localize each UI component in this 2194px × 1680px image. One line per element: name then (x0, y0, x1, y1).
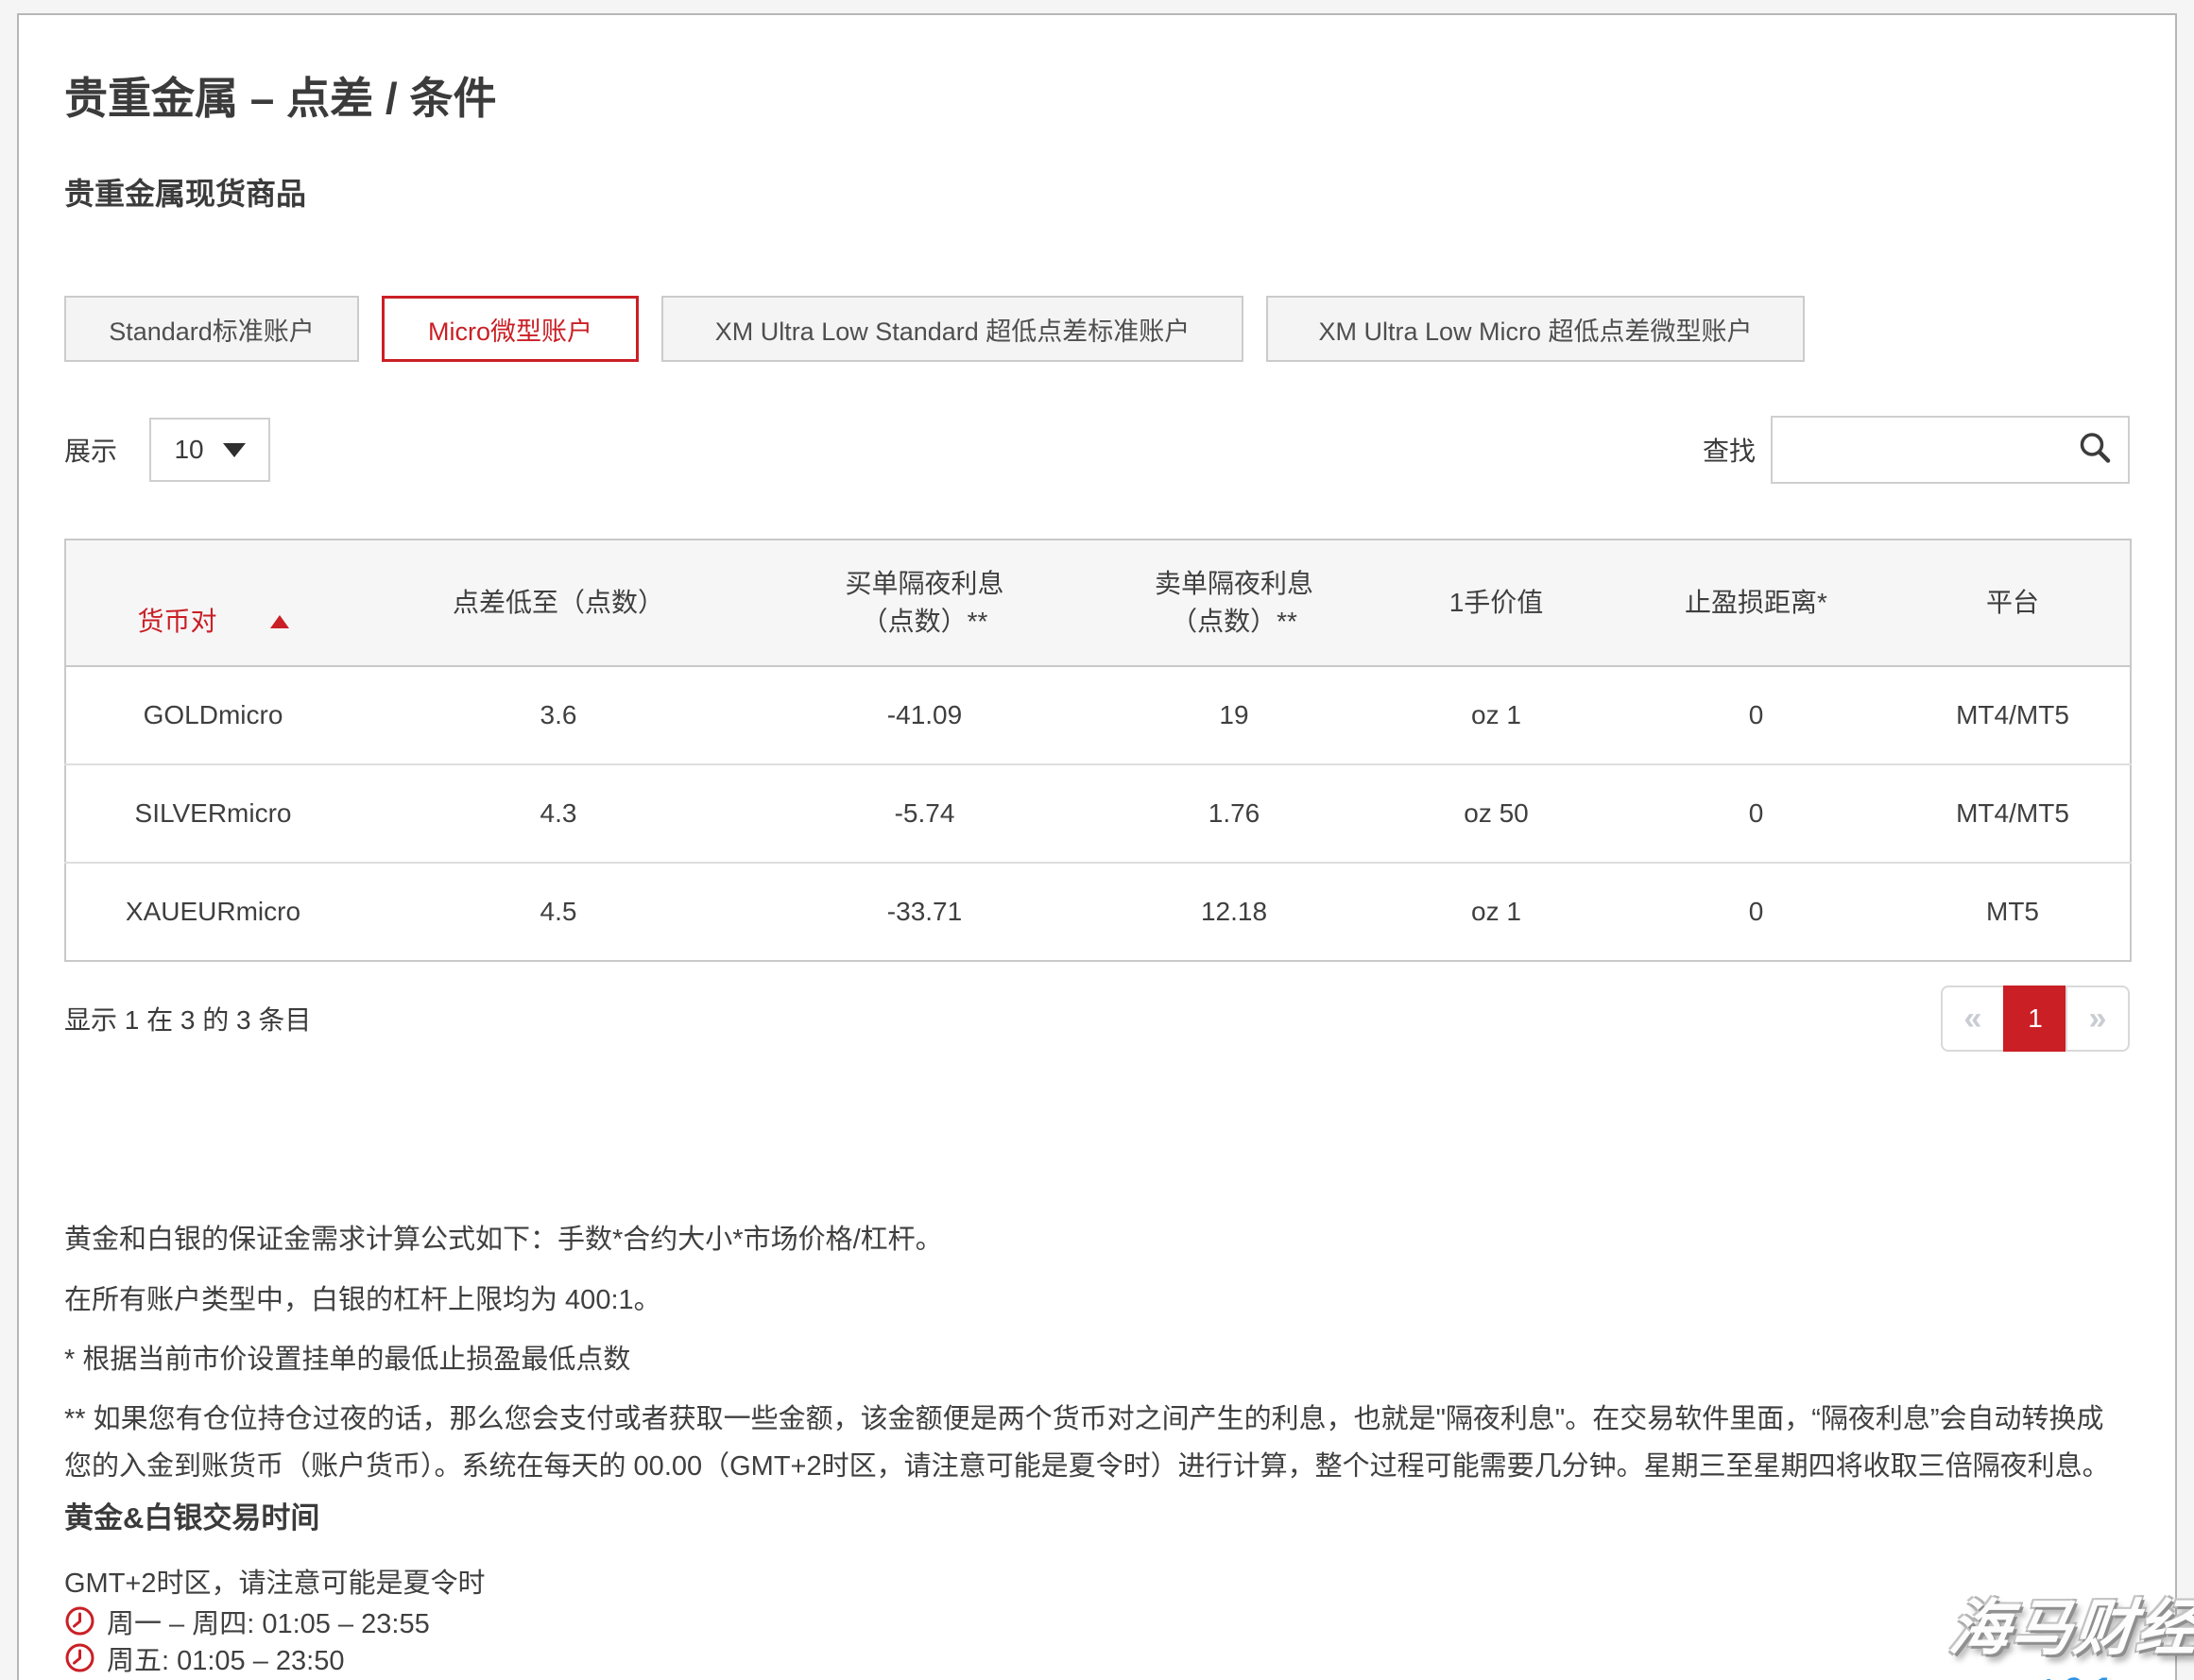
timezone-note: GMT+2时区，请注意可能是夏令时 (64, 1565, 2130, 1603)
clock-icon (64, 1605, 95, 1637)
trading-hours-heading: 黄金&白银交易时间 (64, 1494, 2130, 1536)
table-row: SILVERmicro 4.3 -5.74 1.76 oz 50 0 MT4/M… (65, 764, 2131, 863)
page-size-select[interactable]: 10 (149, 418, 270, 482)
cell-swap-short: 19 (1092, 666, 1376, 764)
tab-ultra-low-standard-account[interactable]: XM Ultra Low Standard 超低点差标准账户 (661, 296, 1243, 362)
cell-lot-value: oz 1 (1376, 666, 1617, 764)
column-header-limit-stop-level[interactable]: 止盈损距离* (1617, 540, 1895, 666)
search-input[interactable] (1773, 418, 2128, 482)
search-group: 查找 (1703, 416, 2130, 484)
column-header-symbol-label: 货币对 (137, 603, 216, 641)
tab-standard-account[interactable]: Standard标准账户 (64, 296, 359, 362)
search-label: 查找 (1703, 431, 1756, 469)
column-header-symbol[interactable]: 货币对 (65, 540, 360, 666)
cell-symbol: SILVERmicro (65, 764, 360, 863)
trading-hours-weekdays-label: 周一 – 周四: 01:05 – 23:55 (107, 1602, 430, 1641)
cell-symbol: GOLDmicro (65, 666, 360, 764)
page: 贵重金属 – 点差 / 条件 贵重金属现货商品 Standard标准账户 Mic… (0, 0, 2194, 1680)
tab-micro-account[interactable]: Micro微型账户 (382, 296, 639, 362)
cell-swap-long: -41.09 (757, 666, 1092, 764)
cell-lot-value: oz 1 (1376, 863, 1617, 961)
tab-ultra-low-micro-account[interactable]: XM Ultra Low Micro 超低点差微型账户 (1266, 296, 1805, 362)
margin-formula-note: 黄金和白银的保证金需求计算公式如下：手数*合约大小*市场价格/杠杆。 (64, 1216, 2130, 1263)
cell-swap-short: 1.76 (1092, 764, 1376, 863)
cell-platform: MT4/MT5 (1895, 764, 2131, 863)
search-box (1771, 416, 2130, 484)
page-size-value: 10 (174, 435, 203, 465)
account-type-tabs: Standard标准账户 Micro微型账户 XM Ultra Low Stan… (64, 296, 2130, 362)
content-panel: 贵重金属 – 点差 / 条件 贵重金属现货商品 Standard标准账户 Mic… (17, 13, 2177, 1680)
cell-symbol: XAUEURmicro (65, 863, 360, 961)
column-header-spread[interactable]: 点差低至（点数） (360, 540, 757, 666)
cell-lot-value: oz 50 (1376, 764, 1617, 863)
page-subtitle: 贵重金属现货商品 (64, 170, 2130, 214)
cell-swap-long: -5.74 (757, 764, 1092, 863)
entries-info: 显示 1 在 3 的 3 条目 (64, 1000, 311, 1037)
trading-hours-friday: 周五: 01:05 – 23:50 (64, 1639, 2130, 1676)
limit-stop-footnote: * 根据当前市价设置挂单的最低止损盈最低点数 (64, 1336, 2130, 1383)
pagination: « 1 » (1941, 986, 2130, 1052)
cell-spread: 4.3 (360, 764, 757, 863)
cell-swap-long: -33.71 (757, 863, 1092, 961)
silver-leverage-note: 在所有账户类型中，白银的杠杆上限均为 400:1。 (64, 1277, 2130, 1324)
clock-icon (64, 1642, 95, 1673)
sort-ascending-icon (270, 615, 289, 628)
chevron-down-icon (223, 443, 246, 457)
cell-limit-stop-level: 0 (1617, 666, 1895, 764)
column-header-swap-short[interactable]: 卖单隔夜利息 （点数）** (1092, 540, 1376, 666)
pagination-next-button[interactable]: » (2065, 986, 2130, 1052)
trading-hours-weekdays: 周一 – 周四: 01:05 – 23:55 (64, 1603, 2130, 1639)
pagination-page-1-button[interactable]: 1 (2003, 986, 2067, 1052)
search-icon (2077, 430, 2113, 471)
double-chevron-right-icon: » (2089, 1001, 2107, 1037)
cell-spread: 4.5 (360, 863, 757, 961)
pagination-prev-button[interactable]: « (1941, 986, 2005, 1052)
double-chevron-left-icon: « (1964, 1001, 1982, 1037)
content-area: 贵重金属 – 点差 / 条件 贵重金属现货商品 Standard标准账户 Mic… (19, 64, 2175, 1676)
table-footer: 显示 1 在 3 的 3 条目 « 1 » (64, 986, 2130, 1052)
cell-limit-stop-level: 0 (1617, 764, 1895, 863)
table-controls: 展示 10 查找 (64, 416, 2130, 484)
cell-swap-short: 12.18 (1092, 863, 1376, 961)
table-header: 货币对 点差低至（点数） 买单隔夜利息 （点数）** 卖单隔夜利息 （点数）**… (65, 540, 2131, 666)
trading-hours-friday-label: 周五: 01:05 – 23:50 (107, 1638, 345, 1678)
swap-footnote: ** 如果您有仓位持仓过夜的话，那么您会支付或者获取一些金额，该金额便是两个货币… (64, 1396, 2130, 1490)
column-header-swap-long[interactable]: 买单隔夜利息 （点数）** (757, 540, 1092, 666)
cell-platform: MT4/MT5 (1895, 666, 2131, 764)
table-body: GOLDmicro 3.6 -41.09 19 oz 1 0 MT4/MT5 S… (65, 666, 2131, 961)
table-row: GOLDmicro 3.6 -41.09 19 oz 1 0 MT4/MT5 (65, 666, 2131, 764)
cell-limit-stop-level: 0 (1617, 863, 1895, 961)
show-entries-label: 展示 (64, 431, 117, 469)
table-header-row: 货币对 点差低至（点数） 买单隔夜利息 （点数）** 卖单隔夜利息 （点数）**… (65, 540, 2131, 666)
column-header-lot-value[interactable]: 1手价值 (1376, 540, 1617, 666)
cell-platform: MT5 (1895, 863, 2131, 961)
table-row: XAUEURmicro 4.5 -33.71 12.18 oz 1 0 MT5 (65, 863, 2131, 961)
cell-spread: 3.6 (360, 666, 757, 764)
page-title: 贵重金属 – 点差 / 条件 (64, 64, 2130, 127)
instruments-table: 货币对 点差低至（点数） 买单隔夜利息 （点数）** 卖单隔夜利息 （点数）**… (64, 539, 2132, 962)
column-header-platform[interactable]: 平台 (1895, 540, 2131, 666)
